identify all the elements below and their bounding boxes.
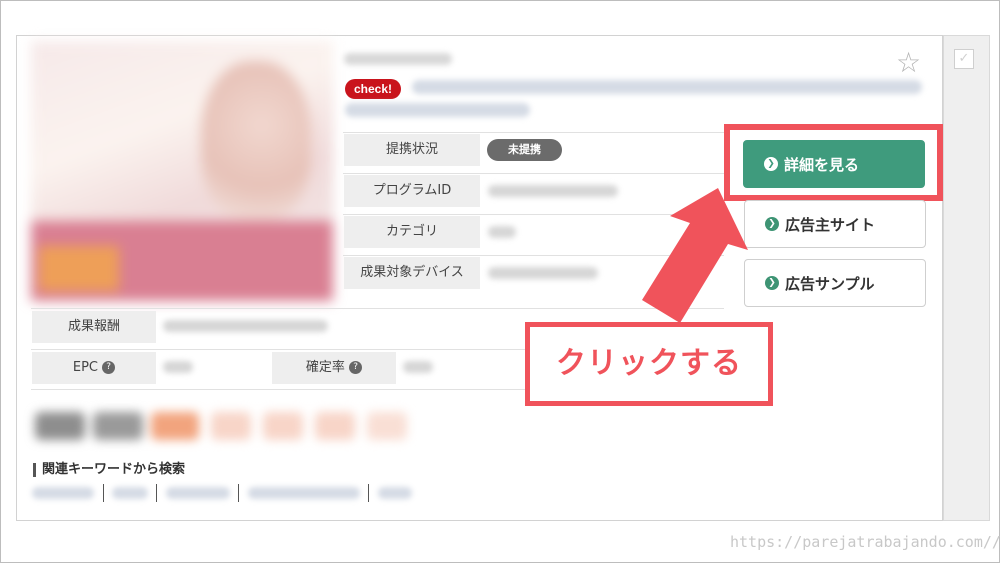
keyword-link[interactable] (166, 487, 230, 499)
help-icon[interactable]: ? (102, 361, 116, 374)
advertiser-site-button[interactable]: ❯ 広告主サイト (744, 200, 926, 248)
highlight-box (724, 124, 943, 201)
confirm-rate-value (403, 361, 433, 373)
program-id-value (488, 185, 618, 197)
annotation-arrow (642, 188, 748, 323)
reward-value (163, 320, 328, 332)
ad-sample-button[interactable]: ❯ 広告サンプル (744, 259, 926, 307)
status-label: 提携状況 (344, 134, 480, 166)
select-column (943, 35, 990, 521)
star-icon[interactable]: ☆ (896, 49, 921, 77)
device-value (488, 267, 598, 279)
program-thumbnail[interactable] (31, 41, 333, 301)
epc-label-text: EPC (72, 360, 98, 375)
program-title-line-2[interactable] (345, 103, 530, 117)
check-badge: check! (345, 79, 401, 99)
keyword-link[interactable] (248, 487, 360, 499)
arrow-right-icon: ❯ (765, 217, 779, 231)
ad-sample-button-label: 広告サンプル (785, 274, 875, 293)
category-label: カテゴリ (344, 216, 480, 248)
program-id-label: プログラムID (344, 175, 480, 207)
related-keywords-title: 関連キーワードから検索 (33, 463, 185, 477)
arrow-right-icon: ❯ (765, 276, 779, 290)
reward-label: 成果報酬 (32, 311, 156, 343)
device-label: 成果対象デバイス (344, 257, 480, 289)
watermark: https://parejatrabajando.com// (730, 533, 1000, 551)
epc-label: EPC ? (32, 352, 156, 384)
epc-value (163, 361, 193, 373)
keyword-separator (238, 484, 239, 502)
confirm-rate-label: 確定率 ? (272, 352, 396, 384)
advertiser-name (344, 53, 452, 65)
keyword-link[interactable] (32, 487, 94, 499)
advertiser-site-button-label: 広告主サイト (785, 215, 876, 234)
program-title-line-1[interactable] (412, 80, 922, 94)
keyword-separator (368, 484, 369, 502)
confirm-rate-label-text: 確定率 (305, 360, 345, 375)
help-icon[interactable]: ? (349, 361, 363, 374)
keyword-separator (156, 484, 157, 502)
annotation-callout: クリックする (525, 322, 773, 406)
feature-tags (31, 398, 441, 448)
select-checkbox[interactable]: ✓ (954, 49, 974, 69)
keyword-link[interactable] (112, 487, 148, 499)
status-badge: 未提携 (487, 139, 562, 161)
category-value (488, 226, 516, 238)
keyword-separator (103, 484, 104, 502)
keyword-link[interactable] (378, 487, 412, 499)
